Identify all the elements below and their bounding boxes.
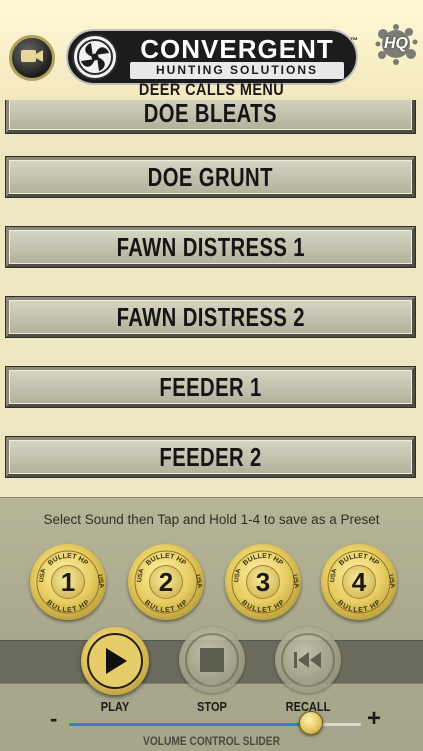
call-label: FEEDER 2 [159, 441, 262, 472]
app-header: CONVERGENT HUNTING SOLUTIONS ™ HQ DEER C… [0, 0, 423, 100]
svg-text:BULLET HP: BULLET HP [143, 599, 189, 614]
ring-left-text: USA [233, 568, 242, 583]
preset-button-4[interactable]: BULLET HP BULLET HP USA USA 4 [321, 544, 397, 620]
call-button-doe-bleats[interactable]: DOE BLEATS [6, 100, 415, 133]
hq-label: HQ [384, 35, 408, 52]
call-button-fawn-distress-2[interactable]: FAWN DISTRESS 2 [6, 297, 415, 337]
fan-logo-icon [72, 34, 118, 80]
preset-number: 3 [255, 566, 271, 597]
ring-bottom-text: BULLET HP [336, 599, 382, 614]
call-label: DOE GRUNT [147, 161, 274, 192]
volume-minus-icon[interactable]: - [50, 708, 57, 730]
ring-left-text: USA [136, 568, 145, 583]
stop-icon [200, 648, 224, 672]
call-label: DOE BLEATS [143, 100, 278, 128]
menu-title: DEER CALLS MENU [138, 80, 285, 99]
volume-plus-icon[interactable]: + [367, 707, 381, 731]
ring-right-text: USA [387, 574, 396, 589]
ring-bottom-text: BULLET HP [143, 599, 189, 614]
preset-number: 2 [158, 566, 174, 597]
volume-track-fill[interactable] [69, 723, 312, 726]
call-list[interactable]: DOE BLEATS DOE GRUNT FAWN DISTRESS 1 FAW… [0, 100, 423, 497]
play-button[interactable] [81, 627, 149, 695]
ring-bottom-text: BULLET HP [45, 599, 91, 614]
hq-badge[interactable]: HQ [374, 22, 418, 66]
rewind-icon [294, 652, 321, 668]
brand-logo: CONVERGENT HUNTING SOLUTIONS [66, 29, 358, 85]
preset-number: 1 [60, 566, 76, 597]
ring-left-text: USA [329, 568, 338, 583]
trademark-mark: ™ [350, 36, 358, 45]
volume-caption: VOLUME CONTROL SLIDER [143, 734, 280, 748]
ring-right-text: USA [96, 574, 105, 589]
call-button-feeder-1[interactable]: FEEDER 1 [6, 367, 415, 407]
preset-button-2[interactable]: BULLET HP BULLET HP USA USA 2 [128, 544, 204, 620]
preset-hint: Select Sound then Tap and Hold 1-4 to sa… [43, 512, 380, 527]
ring-bottom-text: BULLET HP [240, 599, 286, 614]
volume-slider-thumb[interactable] [299, 711, 324, 735]
svg-text:BULLET HP: BULLET HP [240, 599, 286, 614]
brand-name: CONVERGENT [140, 34, 334, 64]
stop-button[interactable] [179, 627, 245, 693]
call-button-fawn-distress-1[interactable]: FAWN DISTRESS 1 [6, 227, 415, 267]
stop-button-face [185, 633, 239, 687]
play-icon [106, 648, 127, 674]
ring-left-text: USA [38, 568, 47, 583]
preset-button-1[interactable]: BULLET HP BULLET HP USA USA 1 [30, 544, 106, 620]
brand-tagline: HUNTING SOLUTIONS [130, 62, 344, 79]
camera-button[interactable] [9, 35, 55, 81]
ring-right-text: USA [291, 574, 300, 589]
svg-text:BULLET HP: BULLET HP [45, 599, 91, 614]
call-label: FEEDER 1 [159, 371, 262, 402]
camera-icon [20, 47, 44, 69]
call-button-doe-grunt[interactable]: DOE GRUNT [6, 157, 415, 197]
call-button-feeder-2[interactable]: FEEDER 2 [6, 437, 415, 477]
control-panel: Select Sound then Tap and Hold 1-4 to sa… [0, 497, 423, 751]
svg-text:BULLET HP: BULLET HP [336, 599, 382, 614]
preset-button-3[interactable]: BULLET HP BULLET HP USA USA 3 [225, 544, 301, 620]
ring-right-text: USA [194, 574, 203, 589]
recall-button[interactable] [275, 627, 341, 693]
preset-number: 4 [351, 566, 367, 597]
call-label: FAWN DISTRESS 1 [116, 231, 305, 262]
stop-label: STOP [197, 699, 227, 714]
play-button-face [87, 633, 143, 689]
recall-button-face [281, 633, 335, 687]
play-label: PLAY [100, 699, 130, 714]
call-label: FAWN DISTRESS 2 [116, 301, 305, 332]
